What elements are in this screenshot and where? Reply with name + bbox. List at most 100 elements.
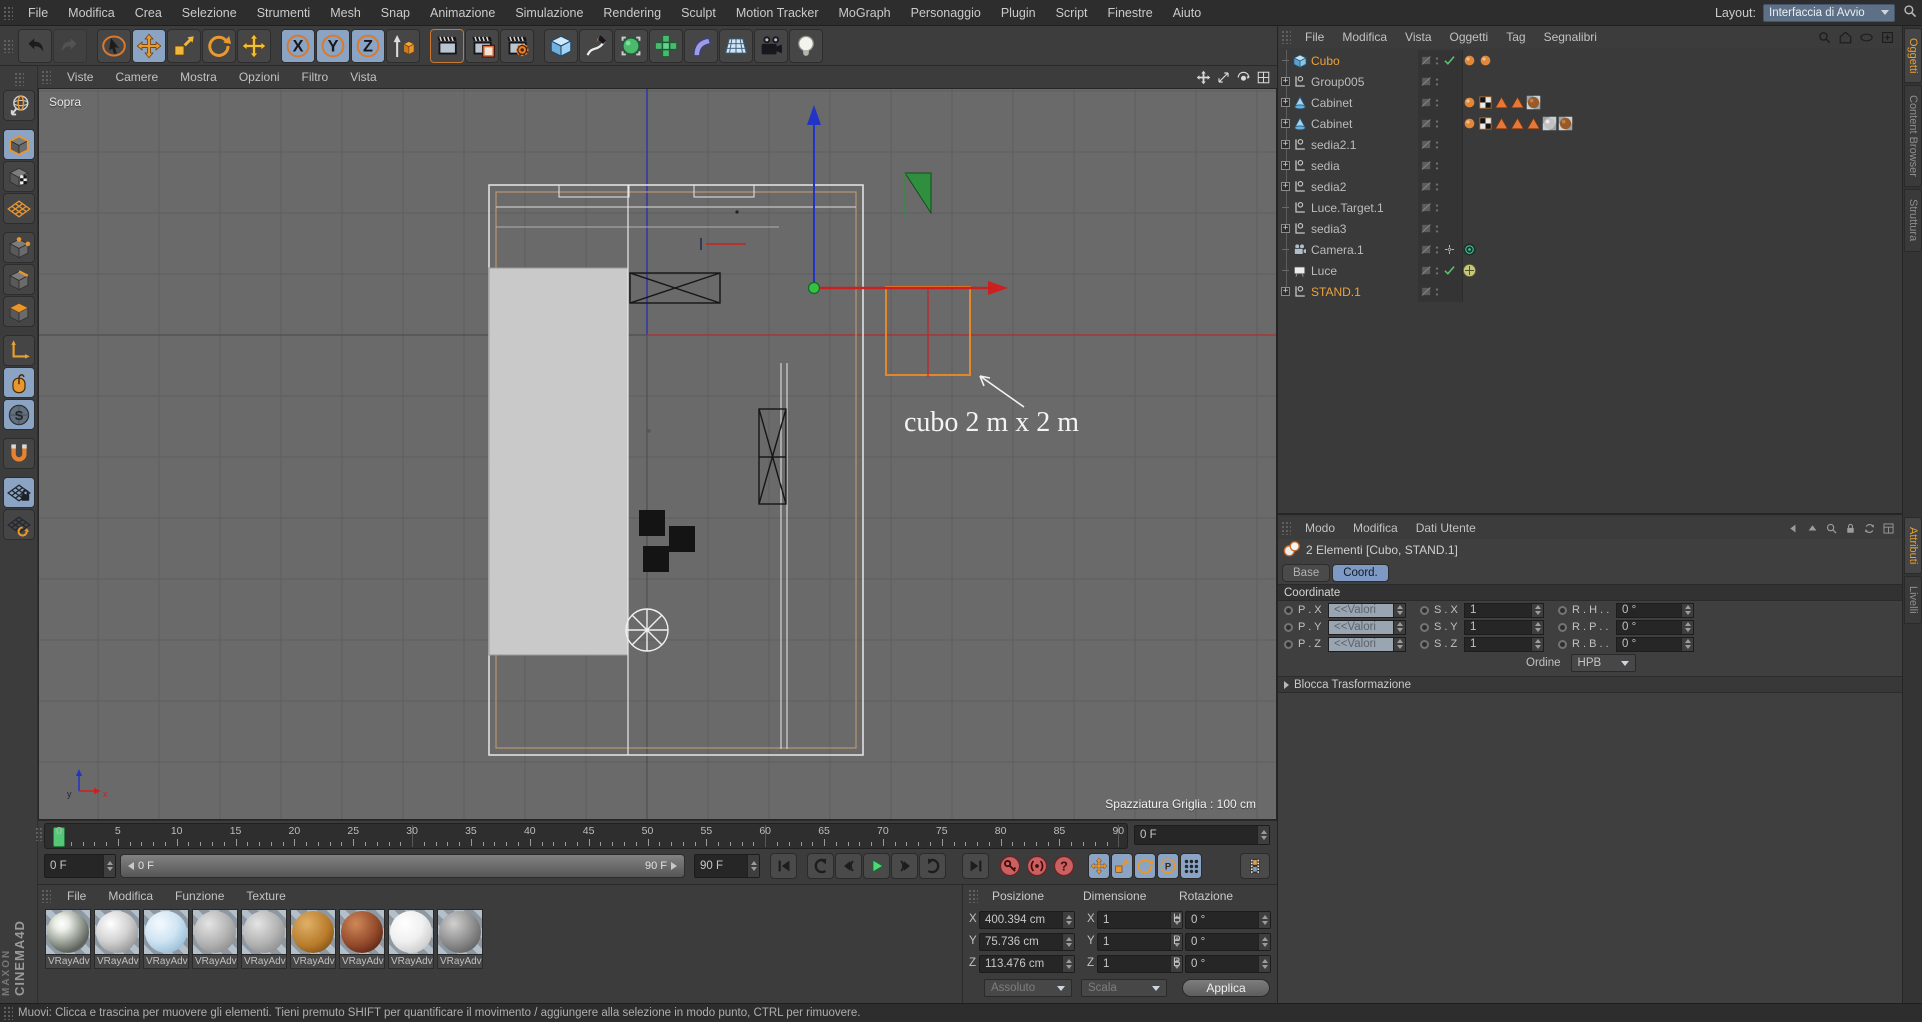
workplane-lock-button[interactable] xyxy=(3,477,35,508)
material-thumbnail[interactable] xyxy=(143,909,189,955)
visibility-dots[interactable] xyxy=(1433,223,1441,235)
primitive-cube-button[interactable] xyxy=(544,29,578,63)
home-button[interactable] xyxy=(1838,30,1853,45)
visibility-dots[interactable] xyxy=(1433,160,1441,172)
expand-toggle[interactable]: + xyxy=(1281,161,1290,170)
floor-slab[interactable] xyxy=(489,268,628,655)
stepper-down-icon[interactable] xyxy=(1397,628,1403,632)
field-stepper[interactable] xyxy=(1258,956,1270,972)
texture-wood-tag[interactable] xyxy=(1526,95,1541,110)
material-thumbnail[interactable] xyxy=(45,909,91,955)
cabinet-wireframe[interactable] xyxy=(759,409,786,504)
panel-tab-oggetti[interactable]: Oggetti xyxy=(1904,28,1922,83)
record-options-button[interactable]: ? xyxy=(1051,853,1077,879)
expand-toggle[interactable]: + xyxy=(1281,140,1290,149)
menu-rendering[interactable]: Rendering xyxy=(593,6,671,20)
object-name[interactable]: sedia2 xyxy=(1308,180,1419,194)
coord-field-dimensione-z[interactable]: 1 xyxy=(1097,955,1183,973)
viewport-menu-opzioni[interactable]: Opzioni xyxy=(228,70,291,84)
coord-field-posizione-y[interactable]: 75.736 cm xyxy=(979,933,1075,951)
material-thumbnail[interactable] xyxy=(192,909,238,955)
gizmo-x-arrow[interactable] xyxy=(988,281,1008,295)
object-row[interactable]: Luce.Target.1 xyxy=(1278,197,1903,218)
end-frame-field[interactable]: 90 F xyxy=(694,854,760,878)
material-thumbnail[interactable] xyxy=(437,909,483,955)
stepper-up-icon[interactable] xyxy=(1066,937,1072,941)
dolly-view-button[interactable] xyxy=(1216,70,1231,85)
visibility-dots[interactable] xyxy=(1433,76,1441,88)
value-knob[interactable] xyxy=(1420,623,1429,632)
material-item[interactable]: VRayAdv xyxy=(94,909,140,969)
am-menu-modifica[interactable]: Modifica xyxy=(1344,521,1407,535)
menu-strumenti[interactable]: Strumenti xyxy=(247,6,321,20)
search-white-icon[interactable] xyxy=(1902,3,1918,19)
stepper-down-icon[interactable] xyxy=(1685,628,1691,632)
stepper-up-icon[interactable] xyxy=(1066,959,1072,963)
visibility-dots[interactable] xyxy=(1433,202,1441,214)
environment-button[interactable] xyxy=(719,29,753,63)
tab-base[interactable]: Base xyxy=(1282,564,1330,582)
search-s-button[interactable] xyxy=(1825,522,1838,535)
z-lock-button[interactable]: Z xyxy=(351,29,385,63)
frame-box[interactable]: 0 F xyxy=(1134,825,1270,845)
value-knob[interactable] xyxy=(1284,640,1293,649)
redo-button[interactable] xyxy=(53,29,87,63)
panel-tab-livelli[interactable]: Livelli xyxy=(1904,576,1922,624)
menu-personaggio[interactable]: Personaggio xyxy=(901,6,991,20)
viewport-canvas[interactable]: cubo 2 m x 2 m y x Sopra Spazziatura Gri… xyxy=(38,88,1277,820)
object-name[interactable]: sedia2.1 xyxy=(1308,138,1419,152)
stepper-up-icon[interactable] xyxy=(1535,639,1541,643)
hist-up-button[interactable] xyxy=(1806,522,1819,535)
layout-select[interactable]: Interfaccia di Avvio xyxy=(1763,4,1895,22)
panel-tab-struttura[interactable]: Struttura xyxy=(1904,189,1922,251)
field-s-z[interactable]: 1 xyxy=(1464,637,1544,652)
state-cell[interactable] xyxy=(1441,264,1457,277)
field-stepper[interactable] xyxy=(1062,934,1074,950)
field-stepper[interactable] xyxy=(1681,638,1693,651)
object-row[interactable]: Camera.1 xyxy=(1278,239,1903,260)
add-panel-button[interactable] xyxy=(1880,30,1895,45)
panel-tab-content-browser[interactable]: Content Browser xyxy=(1904,85,1922,187)
field-stepper[interactable] xyxy=(1393,621,1405,634)
coord-field-rotazione-b[interactable]: 0 ° xyxy=(1185,955,1271,973)
workplane-paint-button[interactable] xyxy=(3,193,35,224)
current-frame-field[interactable]: 0 F xyxy=(44,854,116,878)
pan-view-button[interactable] xyxy=(1196,70,1211,85)
viewport-menu-camere[interactable]: Camere xyxy=(104,70,169,84)
value-knob[interactable] xyxy=(1284,623,1293,632)
generator-button[interactable] xyxy=(614,29,648,63)
menu-file[interactable]: File xyxy=(18,6,58,20)
field-stepper[interactable] xyxy=(1531,621,1543,634)
make-editable-button[interactable] xyxy=(3,90,35,121)
object-name[interactable]: Camera.1 xyxy=(1308,243,1419,257)
object-name[interactable]: Luce xyxy=(1308,264,1419,278)
object-name[interactable]: sedia3 xyxy=(1308,222,1419,236)
visibility-dots[interactable] xyxy=(1433,286,1441,298)
material-item[interactable]: VRayAdv xyxy=(241,909,287,969)
eye-button[interactable] xyxy=(1859,30,1874,45)
material-thumbnail[interactable] xyxy=(388,909,434,955)
value-knob[interactable] xyxy=(1558,623,1567,632)
key-position-button[interactable] xyxy=(1088,853,1110,879)
stepper-up-icon[interactable] xyxy=(1397,622,1403,626)
field-r-p-[interactable]: 0 ° xyxy=(1616,620,1694,635)
object-row[interactable]: + sedia2.1 xyxy=(1278,134,1903,155)
menu-crea[interactable]: Crea xyxy=(125,6,172,20)
field-stepper[interactable] xyxy=(1681,621,1693,634)
selection-tag[interactable] xyxy=(1526,116,1541,131)
stepper-down-icon[interactable] xyxy=(1066,965,1072,969)
stepper-down-icon[interactable] xyxy=(1397,611,1403,615)
texture-gray-tag[interactable] xyxy=(1542,116,1557,131)
drag-grip[interactable] xyxy=(3,6,13,20)
viewport-menu-viste[interactable]: Viste xyxy=(56,70,104,84)
material-thumbnail[interactable] xyxy=(94,909,140,955)
phong-tag[interactable] xyxy=(1462,116,1477,131)
stepper-down-icon[interactable] xyxy=(1685,645,1691,649)
field-s-y[interactable]: 1 xyxy=(1464,620,1544,635)
menu-selezione[interactable]: Selezione xyxy=(172,6,247,20)
om-menu-modifica[interactable]: Modifica xyxy=(1333,30,1396,44)
deformer-button[interactable] xyxy=(684,29,718,63)
next-key-button[interactable] xyxy=(919,853,946,879)
toggle-view-button[interactable] xyxy=(1256,70,1271,85)
material-menu-file[interactable]: File xyxy=(56,889,97,903)
